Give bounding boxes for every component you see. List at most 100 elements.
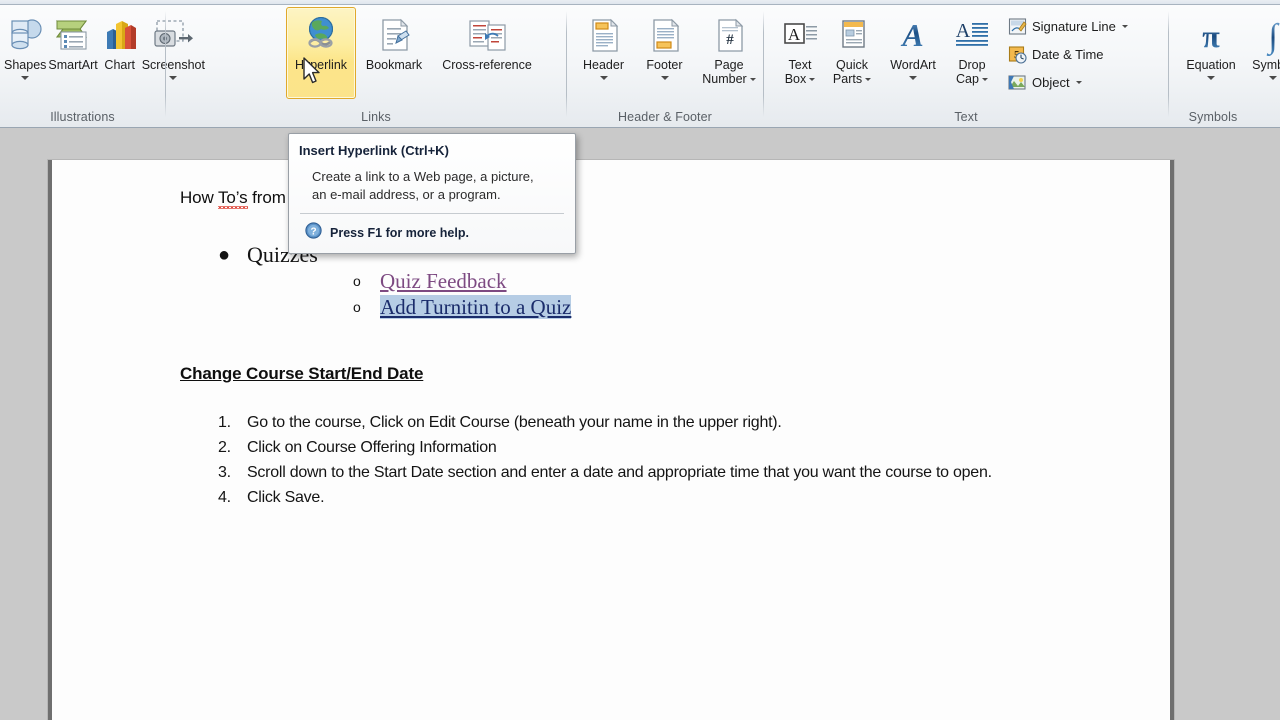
hyperlink-button[interactable]: Hyperlink (286, 7, 356, 99)
group-label-text: Text (954, 110, 978, 124)
link-quiz-feedback[interactable]: Quiz Feedback (380, 269, 507, 293)
bookmark-button[interactable]: Bookmark (356, 7, 432, 99)
list-item: o Add Turnitin to a Quiz (247, 294, 1140, 321)
document-numbered-list: 1. Go to the course, Click on Edit Cours… (180, 410, 1140, 510)
hyperlink-label: Hyperlink (294, 58, 348, 72)
shapes-label: Shapes (4, 58, 47, 72)
chevron-down-icon[interactable] (809, 77, 816, 81)
shapes-button[interactable]: Shapes (3, 7, 47, 99)
globe-link-icon (301, 13, 341, 59)
svg-text:A: A (900, 17, 923, 53)
wordart-button[interactable]: A WordArt (880, 7, 946, 99)
text-box-button[interactable]: A Text Box (776, 7, 824, 99)
list-item: 1. Go to the course, Click on Edit Cours… (180, 410, 1140, 435)
group-label-symbols: Symbols (1188, 110, 1238, 124)
list-text: Click Save. (247, 489, 325, 506)
chevron-down-icon[interactable] (21, 75, 30, 80)
symbol-button[interactable]: ∫ Symbol (1243, 7, 1280, 99)
list-text: Scroll down to the Start Date section an… (247, 464, 992, 481)
svg-text:A: A (788, 25, 801, 44)
tooltip-footer: ? Press F1 for more help. (299, 214, 565, 253)
list-text: Click on Course Offering Information (247, 439, 497, 456)
text-small-button-column: Signature Line 5 Date & Time (1002, 7, 1134, 96)
svg-text:#: # (726, 32, 734, 48)
chevron-down-icon[interactable] (599, 75, 608, 80)
ribbon-group-header-footer: Header Footer # Page Number Header & Foo… (567, 5, 763, 127)
equation-label: Equation (1186, 58, 1236, 72)
bookmark-page-icon (374, 13, 414, 59)
date-time-label: Date & Time (1032, 47, 1104, 62)
wordart-icon: A (893, 13, 933, 59)
svg-text:π: π (1202, 18, 1220, 54)
signature-line-label: Signature Line (1032, 19, 1116, 34)
page-number-icon: # (710, 13, 748, 59)
list-item: 4. Click Save. (180, 485, 1140, 510)
bullet-marker: ● (218, 244, 231, 266)
smartart-button[interactable]: SmartArt (47, 7, 98, 99)
footer-label: Footer (646, 58, 683, 72)
equation-button[interactable]: π Equation (1179, 7, 1243, 99)
chevron-down-icon[interactable] (1207, 75, 1215, 80)
ribbon-group-text: A Text Box Quick Parts A WordArt A Drop … (764, 5, 1168, 127)
ribbon-group-illustrations: Shapes SmartArt Chart Screenshot Illustr… (0, 5, 205, 127)
text-box-label-line1: Text (788, 58, 812, 72)
quick-parts-button[interactable]: Quick Parts (824, 7, 880, 99)
document-page[interactable]: How To’s from Jessica’s Emails ● Quizzes… (48, 160, 1174, 720)
chart-button[interactable]: Chart (99, 7, 141, 99)
footer-button[interactable]: Footer (634, 7, 695, 99)
symbol-label: Symbol (1252, 58, 1280, 72)
drop-cap-label-line1: Drop (958, 58, 986, 72)
list-item: 3. Scroll down to the Start Date section… (180, 460, 1140, 485)
section-heading-wrap: Change Course Start/End Date (180, 320, 1140, 384)
chevron-down-icon[interactable] (981, 77, 988, 81)
help-question-icon: ? (305, 222, 322, 244)
footer-page-icon (646, 13, 684, 59)
date-time-icon: 5 (1006, 45, 1028, 64)
header-label: Header (583, 58, 624, 72)
signature-line-icon (1006, 17, 1028, 36)
cross-reference-icon (465, 13, 509, 59)
list-item: o Quiz Feedback (247, 269, 1140, 295)
chevron-down-icon[interactable] (1075, 81, 1082, 84)
group-label-header-footer: Header & Footer (618, 110, 712, 124)
smartart-label: SmartArt (48, 58, 98, 72)
quick-parts-label-line2: Parts (832, 71, 863, 86)
quick-parts-label-line1: Quick (836, 58, 868, 72)
tooltip-footer-text: Press F1 for more help. (330, 226, 469, 240)
chevron-down-icon[interactable] (1269, 75, 1277, 80)
signature-line-button[interactable]: Signature Line (1002, 13, 1134, 40)
object-button[interactable]: Object (1002, 69, 1134, 96)
quick-parts-icon (833, 13, 871, 59)
header-button[interactable]: Header (573, 7, 634, 99)
bullet-marker: o (353, 298, 361, 315)
group-label-links: Links (361, 110, 391, 124)
chevron-down-icon[interactable] (909, 75, 917, 80)
svg-text:A: A (956, 20, 971, 42)
ribbon: Shapes SmartArt Chart Screenshot Illustr… (0, 5, 1280, 128)
page-number-label: Page Number (696, 58, 762, 86)
date-time-button[interactable]: 5 Date & Time (1002, 41, 1134, 68)
cross-reference-button[interactable]: Cross-reference (432, 7, 542, 99)
group-label-illustrations: Illustrations (50, 110, 115, 124)
page-number-button[interactable]: # Page Number (695, 7, 763, 99)
list-text: Go to the course, Click on Edit Course (… (247, 414, 782, 431)
drop-cap-icon: A (952, 13, 992, 59)
link-add-turnitin-to-a-quiz[interactable]: Add Turnitin to a Quiz (380, 294, 572, 319)
drop-cap-button[interactable]: A Drop Cap (946, 7, 998, 99)
shapes-icon (5, 13, 45, 59)
tooltip-title: Insert Hyperlink (Ctrl+K) (299, 143, 449, 158)
drop-cap-label-line2: Cap (956, 71, 979, 86)
list-number: 4. (218, 489, 231, 506)
tooltip-description: Create a link to a Web page, a picture, … (312, 169, 534, 202)
integral-symbol-icon: ∫ (1253, 13, 1280, 59)
chevron-down-icon[interactable] (865, 77, 872, 81)
object-icon (1006, 73, 1028, 92)
chevron-down-icon[interactable] (1121, 25, 1128, 28)
bookmark-label: Bookmark (365, 58, 423, 72)
chevron-down-icon[interactable] (749, 77, 756, 81)
chevron-down-icon[interactable] (660, 75, 669, 80)
heading-misspelled-word: To’s (218, 188, 248, 207)
bullet-marker: o (353, 273, 361, 289)
section-heading: Change Course Start/End Date (180, 364, 424, 383)
heading-prefix: How (180, 188, 219, 207)
